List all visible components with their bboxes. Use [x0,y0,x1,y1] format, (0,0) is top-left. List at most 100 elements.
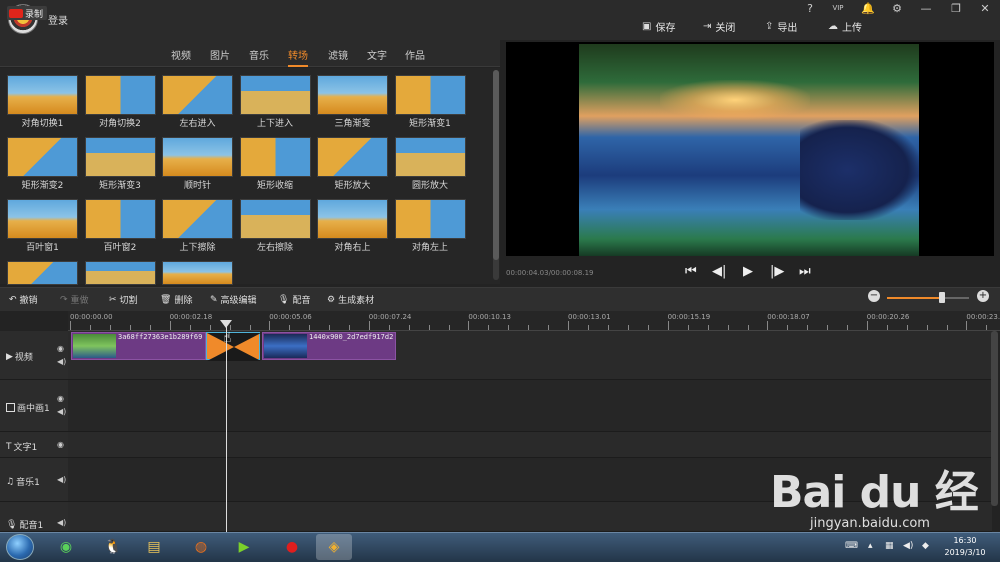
taskbar-app-firefox-icon[interactable]: ◍ [183,534,219,560]
help-icon[interactable]: ? [801,2,819,15]
redo-button[interactable]: ↷ 重做 [60,293,89,307]
tab-image[interactable]: 图片 [210,47,230,62]
gear-icon[interactable]: ⚙ [888,2,906,15]
transition-thumbnail[interactable] [317,199,388,239]
ruler-tick-mark [986,325,988,330]
track-pip[interactable] [68,380,992,432]
transition-thumbnail[interactable] [162,137,233,177]
close-doc-button[interactable]: ⇥ 关闭 [703,19,735,34]
delete-button[interactable]: 🗑 删除 [160,293,192,307]
transition-thumbnail[interactable] [84,137,156,177]
transition-thumbnail[interactable] [317,75,388,115]
transition-thumbnail[interactable] [84,199,156,239]
save-button[interactable]: ▣ 保存 [642,19,675,34]
tray-keyboard-icon[interactable]: ⌨ [845,541,858,551]
speaker-icon[interactable]: ◀) [57,518,66,527]
taskbar-app-record-icon[interactable]: ● [274,534,310,560]
playhead-line[interactable] [226,322,227,532]
record-label: 录制 [25,9,44,20]
clock-date: 2019/3/10 [944,548,986,557]
eye-icon[interactable]: ◉ [57,394,64,403]
tray-flag-icon[interactable]: ▴ [868,541,873,551]
bell-icon[interactable]: 🔔 [859,2,877,15]
taskbar-app-editor-icon[interactable]: ◈ [316,534,352,560]
taskbar-app-folder-icon[interactable]: ▤ [136,534,172,560]
transition-thumbnail[interactable] [239,75,311,115]
taskbar-app-browser-icon[interactable]: ◉ [48,534,84,560]
ruler-tick-mark [269,321,271,330]
transition-thumbnail[interactable] [162,261,233,285]
save-icon: ▣ [642,21,652,32]
undo-button[interactable]: ↶ 撤销 [9,293,38,307]
transition-thumbnail[interactable] [84,75,156,115]
eye-icon[interactable]: ◉ [57,344,64,353]
preview-timecode: 00:00:04.03/00:00:08.19 [506,269,594,277]
track-text[interactable] [68,432,992,458]
taskbar-app-qq-icon[interactable]: 🐧 [95,534,131,560]
taskbar-app-media-icon[interactable]: ▶ [226,534,262,560]
skip-start-icon[interactable]: ⏮ [685,264,697,279]
vip-icon[interactable]: VIP [829,4,847,12]
play-icon[interactable]: ▶ [743,264,753,279]
ruler-tick-mark [329,325,331,330]
tab-works[interactable]: 作品 [405,47,425,62]
redo-icon: ↷ [60,294,68,305]
video-clip-2-name: 1440x900_2d7edf917d2 [309,333,394,341]
taskbar-clock[interactable]: 16:30 2019/3/10 [940,535,990,559]
dub-button[interactable]: 🎙 配音 [278,293,310,307]
transition-thumbnail[interactable] [7,75,78,115]
transition-thumbnail[interactable] [7,261,78,285]
minimize-icon[interactable]: — [917,2,935,15]
transition-thumbnail[interactable] [162,75,233,115]
tray-security-icon[interactable]: ◆ [922,541,929,551]
transition-thumbnail[interactable] [317,137,388,177]
cut-button[interactable]: ✂ 切割 [109,293,138,307]
transition-thumbnail[interactable] [394,199,466,239]
tab-music[interactable]: 音乐 [249,47,269,62]
tab-text[interactable]: 文字 [367,47,387,62]
close-icon[interactable]: ✕ [976,2,994,15]
tray-network-icon[interactable]: ▦ [885,541,894,551]
advanced-edit-button[interactable]: ✎ 高级编辑 [210,293,257,307]
speaker-icon[interactable]: ◀) [57,407,66,416]
ruler-tick-label: 00:00:20.26 [866,313,910,321]
transition-thumbnail[interactable] [394,137,466,177]
ruler-tick-mark [946,325,948,330]
next-frame-icon[interactable]: |▶ [770,264,784,279]
grid-scrollbar-thumb[interactable] [493,70,499,260]
transition-thumbnail[interactable] [162,199,233,239]
login-link[interactable]: 登录 [48,12,68,27]
transition-icon [207,333,261,361]
ruler-tick-mark [906,325,908,330]
transition-thumbnail[interactable] [7,137,78,177]
transition-thumbnail[interactable] [394,75,466,115]
eye-icon[interactable]: ◉ [57,440,64,449]
transition-thumbnail[interactable] [84,261,156,285]
export-button[interactable]: ⇪ 导出 [765,19,797,34]
tray-volume-icon[interactable]: ◀) [903,541,913,551]
transition-thumbnail[interactable] [239,137,311,177]
generate-button[interactable]: ⚙ 生成素材 [327,293,374,307]
transition-thumbnail[interactable] [239,199,311,239]
prev-frame-icon[interactable]: ◀| [712,264,726,279]
export-label: 导出 [777,23,798,34]
zoom-slider-handle[interactable] [939,292,945,303]
tab-video[interactable]: 视频 [171,47,191,62]
start-button[interactable] [6,534,34,560]
transition-thumbnail[interactable] [7,199,78,239]
skip-end-icon[interactable]: ⏭ [799,264,811,279]
speaker-icon[interactable]: ◀) [57,475,66,484]
tab-transition[interactable]: 转场 [288,47,308,67]
zoom-in-icon[interactable]: + [977,290,989,302]
speaker-icon[interactable]: ◀) [57,357,66,366]
ruler-tick-mark [727,325,729,330]
tab-filter[interactable]: 滤镜 [328,47,348,62]
preview-sunset-glow [660,80,810,120]
zoom-out-icon[interactable]: − [868,290,880,302]
maximize-icon[interactable]: ❐ [947,2,965,15]
record-button[interactable]: 录制 [7,6,47,20]
upload-button[interactable]: ☁ 上传 [828,19,862,34]
ruler-tick-label: 00:00:07.24 [368,313,412,321]
transition-clip[interactable] [206,332,261,361]
pencil-icon: ✎ [210,294,218,305]
